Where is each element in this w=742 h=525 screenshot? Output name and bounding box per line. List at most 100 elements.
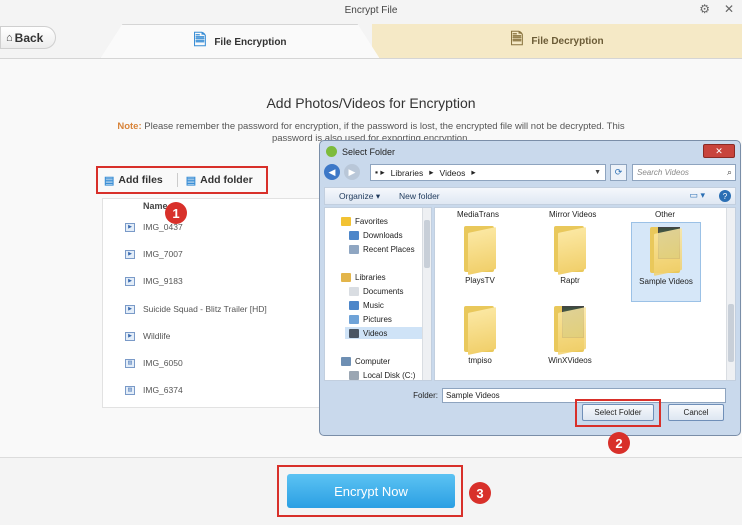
nav-pictures[interactable]: Pictures bbox=[349, 313, 392, 325]
nav-documents[interactable]: Documents bbox=[349, 285, 403, 297]
nav-scrollbar[interactable] bbox=[422, 208, 431, 380]
toolbar-separator bbox=[176, 173, 178, 187]
bottom-divider bbox=[0, 457, 742, 458]
folder-item[interactable]: Mirror Videos bbox=[549, 210, 596, 219]
computer-icon bbox=[341, 356, 351, 366]
documents-icon bbox=[349, 286, 359, 296]
view-options-icon[interactable]: ▭ ▾ bbox=[689, 190, 705, 201]
home-icon: ⌂ bbox=[6, 31, 13, 44]
pictures-icon bbox=[349, 314, 359, 324]
column-header-name[interactable]: Name bbox=[143, 201, 168, 211]
add-files-button[interactable]: ▤ Add files bbox=[104, 174, 163, 187]
nav-local-disk[interactable]: Local Disk (C:) bbox=[349, 369, 416, 380]
file-name: Wildlife bbox=[143, 331, 171, 341]
video-file-icon: ▶ bbox=[125, 304, 135, 314]
add-folder-button[interactable]: ▤ Add folder bbox=[186, 174, 253, 187]
image-file-icon: ▨ bbox=[125, 358, 135, 368]
nav-label: Recent Places bbox=[363, 244, 415, 254]
dialog-toolbar: Organize ▾ New folder ▭ ▾ ? bbox=[324, 187, 736, 205]
file-row[interactable]: ▶ IMG_9183 bbox=[125, 274, 183, 288]
add-folder-icon: ▤ bbox=[185, 174, 197, 187]
dialog-nav-row: ◀ ▶ ▪ ▸ Libraries ▸ Videos ▸ ▼ ⟳ Search … bbox=[324, 163, 736, 183]
nav-videos[interactable]: Videos bbox=[345, 327, 423, 339]
new-folder-button[interactable]: New folder bbox=[399, 191, 440, 201]
breadcrumb-libraries[interactable]: Libraries bbox=[391, 168, 424, 178]
select-folder-highlight: Select Folder bbox=[575, 399, 661, 427]
folder-item[interactable]: MediaTrans bbox=[457, 210, 499, 219]
step-badge-1: 1 bbox=[165, 202, 187, 224]
folder-field-label: Folder: bbox=[413, 390, 438, 400]
nav-downloads[interactable]: Downloads bbox=[349, 229, 403, 241]
organize-menu-button[interactable]: Organize ▾ bbox=[339, 191, 380, 202]
folder-item-selected[interactable]: Sample Videos bbox=[631, 222, 701, 302]
dialog-close-button[interactable]: ✕ bbox=[703, 144, 735, 158]
nav-libraries[interactable]: Libraries bbox=[341, 271, 386, 283]
folder-icon bbox=[464, 222, 496, 275]
nav-label: Videos bbox=[363, 328, 388, 338]
decrypt-file-icon: 🗎 bbox=[510, 31, 524, 48]
nav-label: Computer bbox=[355, 356, 391, 366]
breadcrumb-videos[interactable]: Videos bbox=[440, 168, 466, 178]
forward-arrow-icon[interactable]: ▶ bbox=[344, 164, 360, 180]
nav-label: Pictures bbox=[363, 314, 392, 324]
tab-file-encryption[interactable]: 🗎 File Encryption bbox=[100, 24, 380, 59]
select-folder-dialog: Select Folder ✕ ◀ ▶ ▪ ▸ Libraries ▸ Vide… bbox=[319, 140, 741, 436]
window-close-icon[interactable]: ✕ bbox=[724, 2, 734, 16]
encrypt-now-button[interactable]: Encrypt Now bbox=[287, 474, 455, 508]
videos-icon bbox=[349, 328, 359, 338]
folder-item[interactable]: tmpiso bbox=[445, 302, 515, 365]
note-label: Note: bbox=[117, 121, 142, 132]
nav-favorites[interactable]: Favorites bbox=[341, 215, 388, 227]
folder-item[interactable]: WinXVideos bbox=[535, 302, 605, 365]
folder-item[interactable]: PlaysTV bbox=[445, 222, 515, 285]
address-dropdown-icon[interactable]: ▼ bbox=[594, 169, 601, 176]
navigation-pane: Favorites Downloads Recent Places Librar… bbox=[324, 207, 432, 381]
nav-label: Documents bbox=[363, 286, 404, 296]
nav-music[interactable]: Music bbox=[349, 299, 384, 311]
address-bar[interactable]: ▪ ▸ Libraries ▸ Videos ▸ ▼ bbox=[370, 164, 606, 181]
video-file-icon: ▶ bbox=[125, 222, 135, 232]
file-list: Name ▶ IMG_0437 ▶ IMG_7007 ▶ IMG_9183 ▶ Suic… bbox=[102, 198, 324, 408]
folder-with-preview-icon bbox=[650, 223, 682, 276]
folder-label: tmpiso bbox=[468, 356, 492, 365]
file-name: IMG_6050 bbox=[143, 358, 183, 368]
folder-with-preview-icon bbox=[554, 302, 586, 355]
file-name: IMG_7007 bbox=[143, 249, 183, 259]
refresh-icon[interactable]: ⟳ bbox=[610, 164, 627, 181]
folder-name-row: Folder: Sample Videos bbox=[406, 387, 736, 403]
back-button[interactable]: ⌂ Back bbox=[0, 26, 56, 49]
back-label: Back bbox=[14, 30, 44, 45]
content-scrollbar[interactable] bbox=[726, 208, 735, 380]
file-row[interactable]: ▶ Wildlife bbox=[125, 329, 170, 343]
dialog-title: Select Folder bbox=[342, 146, 396, 157]
file-row[interactable]: ▶ Suicide Squad - Blitz Trailer [HD] bbox=[125, 302, 267, 316]
nav-label: Local Disk (C:) bbox=[363, 370, 416, 380]
downloads-icon bbox=[349, 230, 359, 240]
title-bar: Encrypt File ⚙ ✕ bbox=[0, 0, 742, 22]
breadcrumb-separator-icon: ▸ bbox=[471, 167, 476, 177]
back-arrow-icon[interactable]: ◀ bbox=[324, 164, 340, 180]
help-icon[interactable]: ? bbox=[719, 190, 731, 202]
tab-encryption-label: File Encryption bbox=[214, 36, 287, 48]
search-input[interactable]: Search Videos ⌕ bbox=[632, 164, 736, 181]
music-icon bbox=[349, 300, 359, 310]
folder-item[interactable]: Other bbox=[655, 210, 675, 219]
step-badge-2: 2 bbox=[608, 432, 630, 454]
select-folder-button[interactable]: Select Folder bbox=[582, 404, 654, 421]
cancel-button[interactable]: Cancel bbox=[668, 404, 724, 421]
file-row[interactable]: ▨ IMG_6374 bbox=[125, 383, 183, 397]
folder-item[interactable]: Raptr bbox=[535, 222, 605, 285]
settings-gear-icon[interactable]: ⚙ bbox=[699, 2, 710, 16]
tab-file-decryption[interactable]: 🗎 File Decryption bbox=[372, 24, 742, 59]
file-name: Suicide Squad - Blitz Trailer [HD] bbox=[143, 304, 267, 314]
nav-recent-places[interactable]: Recent Places bbox=[349, 243, 415, 255]
nav-computer[interactable]: Computer bbox=[341, 355, 390, 367]
content-scroll-thumb[interactable] bbox=[728, 304, 734, 362]
video-file-icon: ▶ bbox=[125, 331, 135, 341]
libraries-icon bbox=[341, 272, 351, 282]
nav-scroll-thumb[interactable] bbox=[424, 220, 430, 268]
file-row[interactable]: ▶ IMG_7007 bbox=[125, 247, 183, 261]
search-icon[interactable]: ⌕ bbox=[727, 167, 732, 178]
file-row[interactable]: ▨ IMG_6050 bbox=[125, 356, 183, 370]
folder-icon bbox=[554, 222, 586, 275]
